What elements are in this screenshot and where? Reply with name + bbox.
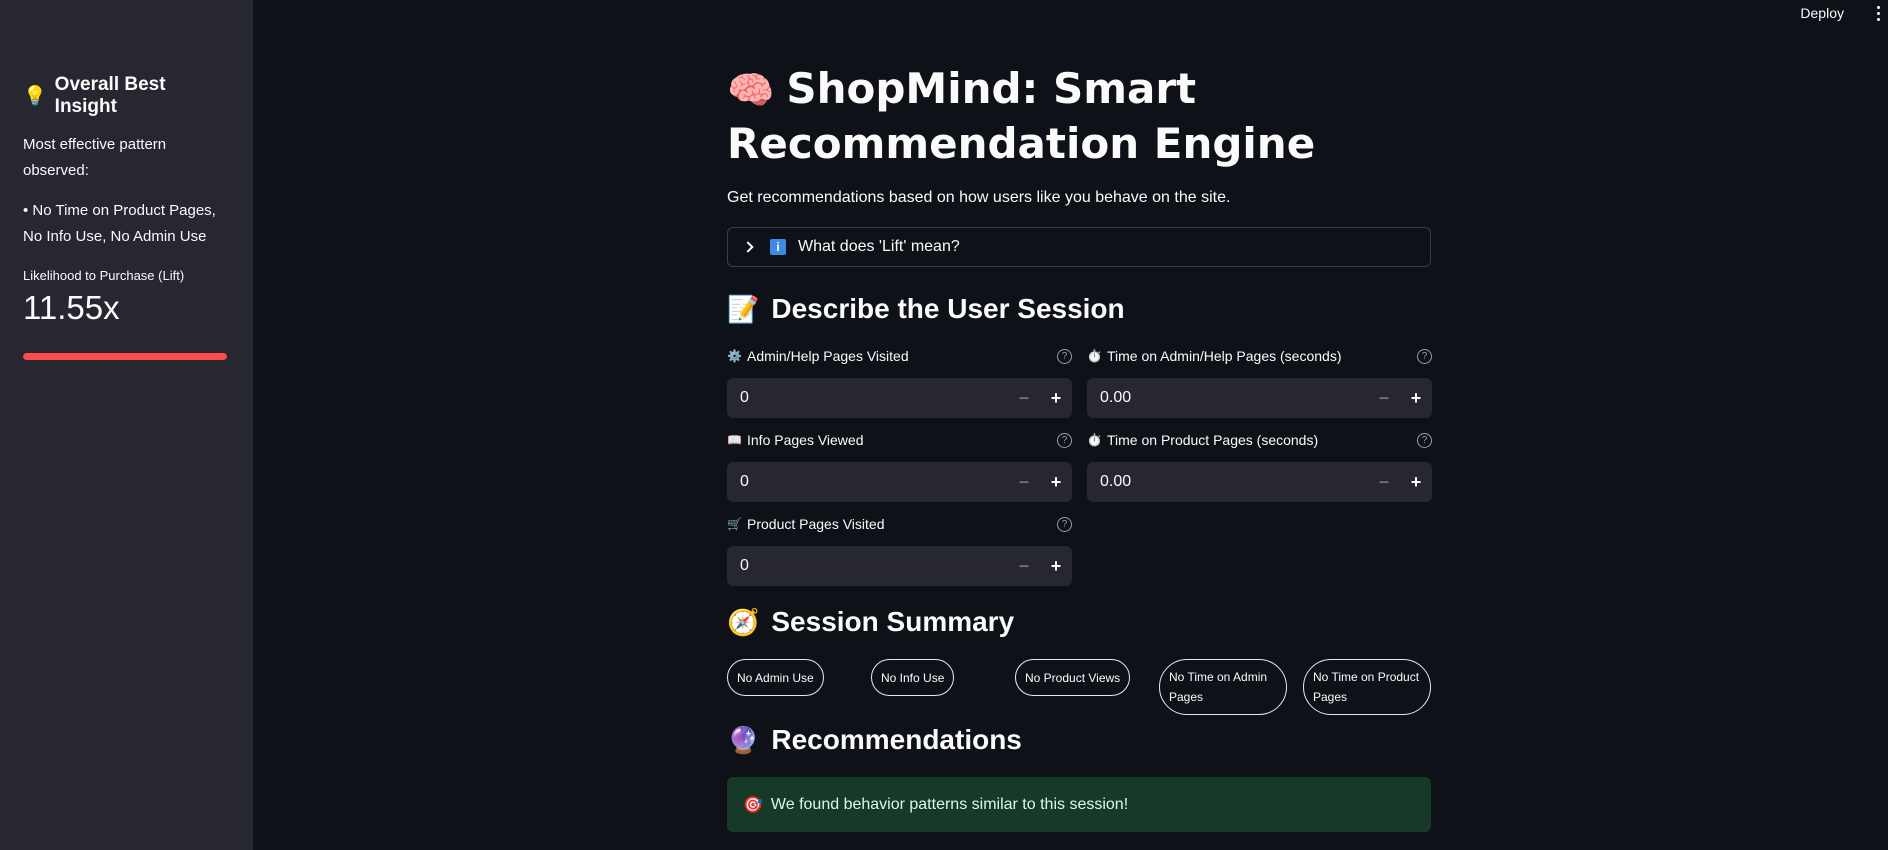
crystal-ball-icon: 🔮 <box>727 724 760 755</box>
summary-pill: No Time on Product Pages <box>1303 659 1431 715</box>
decrement-button[interactable]: − <box>1368 462 1400 502</box>
chevron-right-icon <box>742 241 754 253</box>
field-product-pages: 🛒 Product Pages Visited ? 0 − + <box>727 512 1072 586</box>
page-title: 🧠 ShopMind: Smart Recommendation Engine <box>727 62 1431 171</box>
summary-pill: No Admin Use <box>727 659 824 696</box>
field-label: Admin/Help Pages Visited <box>747 348 909 364</box>
summary-pill: No Info Use <box>871 659 955 696</box>
page-title-text: ShopMind: Smart Recommendation Engine <box>727 64 1316 168</box>
expander-label: What does 'Lift' mean? <box>798 238 960 255</box>
session-summary-heading: 🧭 Session Summary <box>727 606 1014 638</box>
describe-session-heading: 📝 Describe the User Session <box>727 293 1125 325</box>
field-label: Info Pages Viewed <box>747 432 864 448</box>
recommendations-heading-text: Recommendations <box>771 724 1022 755</box>
admin-pages-input[interactable]: 0 − + <box>727 378 1072 418</box>
deploy-button[interactable]: Deploy <box>1800 5 1844 21</box>
input-value[interactable]: 0.00 <box>1087 473 1368 491</box>
field-info-pages: 📖 Info Pages Viewed ? 0 − + <box>727 428 1072 502</box>
help-icon[interactable]: ? <box>1057 432 1072 448</box>
decrement-button[interactable]: − <box>1368 378 1400 418</box>
lift-progress-bar <box>23 353 227 360</box>
field-product-time: ⏱️ Time on Product Pages (seconds) ? 0.0… <box>1087 428 1432 502</box>
input-value[interactable]: 0 <box>727 473 1008 491</box>
info-icon: i <box>770 239 786 255</box>
admin-time-input[interactable]: 0.00 − + <box>1087 378 1432 418</box>
increment-button[interactable]: + <box>1040 462 1072 502</box>
field-label: Time on Product Pages (seconds) <box>1107 432 1319 448</box>
field-admin-time: ⏱️ Time on Admin/Help Pages (seconds) ? … <box>1087 344 1432 418</box>
alert-text: We found behavior patterns similar to th… <box>770 795 1129 813</box>
decrement-button[interactable]: − <box>1008 462 1040 502</box>
memo-icon: 📝 <box>727 293 760 324</box>
product-time-input[interactable]: 0.00 − + <box>1087 462 1432 502</box>
lightbulb-icon: 💡 <box>23 86 47 107</box>
decrement-button[interactable]: − <box>1008 546 1040 586</box>
kebab-menu-icon[interactable] <box>1868 2 1888 24</box>
page-subtitle: Get recommendations based on how users l… <box>727 189 1231 206</box>
sidebar-pattern: • No Time on Product Pages, No Info Use,… <box>23 202 216 245</box>
input-value[interactable]: 0.00 <box>1087 389 1368 407</box>
help-icon[interactable]: ? <box>1417 432 1432 448</box>
help-icon[interactable]: ? <box>1057 516 1072 532</box>
sidebar-description: Most effective pattern observed: <box>23 136 167 179</box>
input-value[interactable]: 0 <box>727 557 1008 575</box>
target-icon: 🎯 <box>743 796 763 814</box>
stopwatch-icon: ⏱️ <box>1087 349 1102 363</box>
sidebar-title: 💡 Overall Best Insight <box>23 74 230 118</box>
describe-session-heading-text: Describe the User Session <box>771 293 1125 324</box>
session-summary-heading-text: Session Summary <box>771 606 1015 637</box>
product-pages-input[interactable]: 0 − + <box>727 546 1072 586</box>
increment-button[interactable]: + <box>1400 462 1432 502</box>
help-icon[interactable]: ? <box>1057 348 1072 364</box>
cart-icon: 🛒 <box>727 517 742 531</box>
lift-explainer-expander[interactable]: i What does 'Lift' mean? <box>727 227 1431 267</box>
brain-icon: 🧠 <box>727 68 775 112</box>
stopwatch-icon: ⏱️ <box>1087 433 1102 447</box>
decrement-button[interactable]: − <box>1008 378 1040 418</box>
increment-button[interactable]: + <box>1400 378 1432 418</box>
field-label: Time on Admin/Help Pages (seconds) <box>1107 348 1342 364</box>
metric-label: Likelihood to Purchase (Lift) <box>23 268 185 283</box>
sidebar-title-label: Overall Best Insight <box>54 74 166 117</box>
metric-value: 11.55x <box>23 289 120 326</box>
help-icon[interactable]: ? <box>1417 348 1432 364</box>
info-pages-input[interactable]: 0 − + <box>727 462 1072 502</box>
book-icon: 📖 <box>727 433 742 447</box>
sidebar: 💡 Overall Best Insight Most effective pa… <box>0 0 253 850</box>
summary-pill: No Product Views <box>1015 659 1131 696</box>
success-alert: 🎯 We found behavior patterns similar to … <box>727 777 1431 832</box>
gear-icon: ⚙️ <box>727 349 742 363</box>
input-value[interactable]: 0 <box>727 389 1008 407</box>
increment-button[interactable]: + <box>1040 546 1072 586</box>
summary-pill: No Time on Admin Pages <box>1159 659 1287 715</box>
lift-progress-fill <box>23 353 227 360</box>
field-admin-pages: ⚙️ Admin/Help Pages Visited ? 0 − + <box>727 344 1072 418</box>
recommendations-heading: 🔮 Recommendations <box>727 724 1022 756</box>
field-label: Product Pages Visited <box>747 516 885 532</box>
increment-button[interactable]: + <box>1040 378 1072 418</box>
compass-icon: 🧭 <box>727 606 760 637</box>
